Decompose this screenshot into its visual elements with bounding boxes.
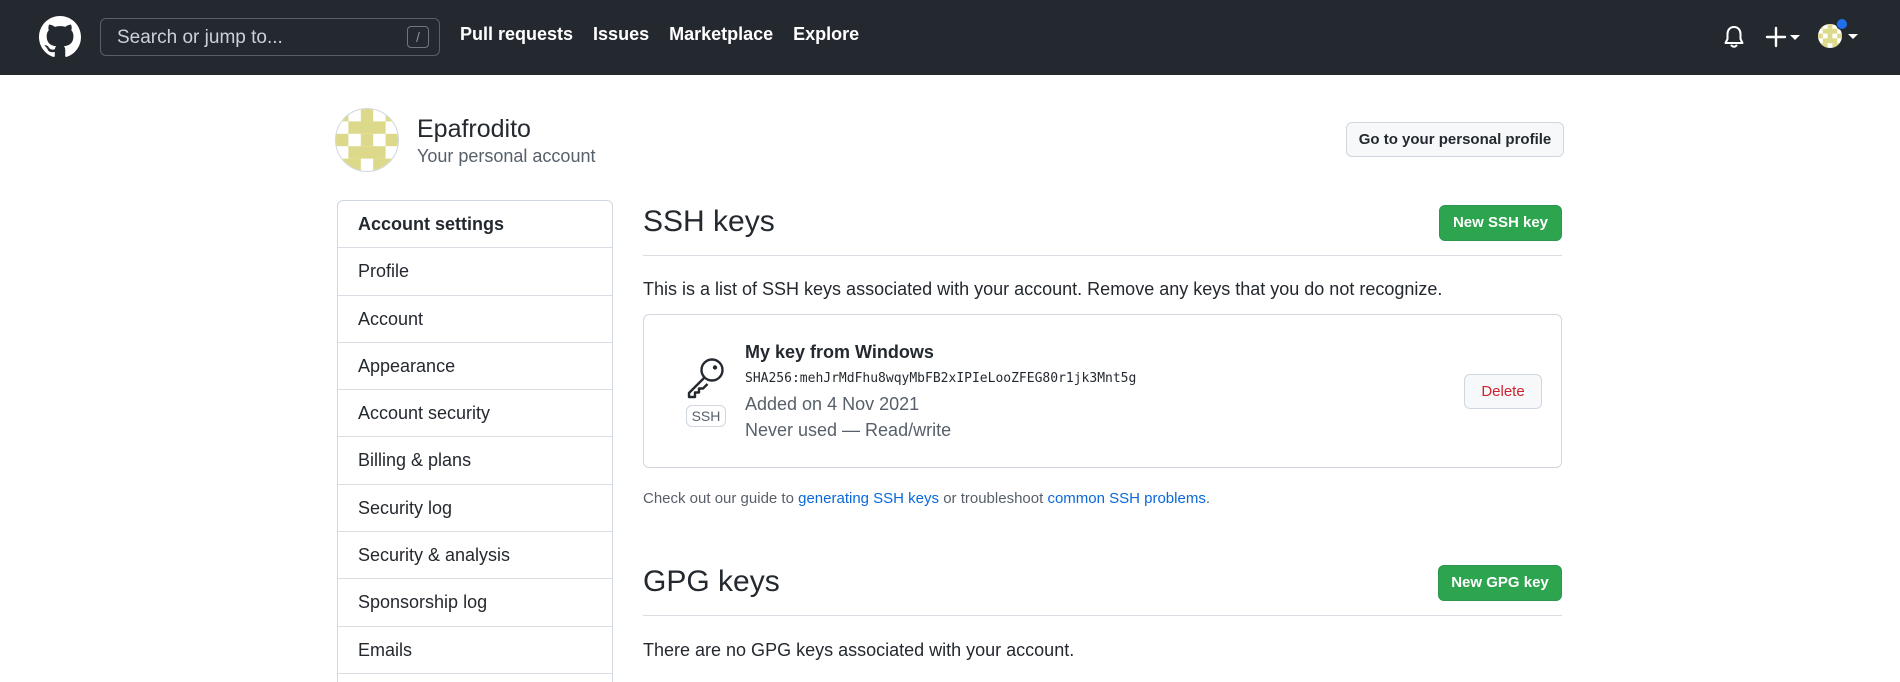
sidebar-item-billing[interactable]: Billing & plans: [338, 437, 612, 485]
nav-marketplace[interactable]: Marketplace: [669, 24, 773, 45]
chevron-down-icon[interactable]: [1848, 34, 1858, 39]
delete-ssh-key-button[interactable]: Delete: [1464, 374, 1542, 409]
gpg-description: There are no GPG keys associated with yo…: [643, 640, 1075, 660]
sidebar-item-account-security[interactable]: Account security: [338, 390, 612, 438]
key-icon: [687, 358, 724, 399]
nav-explore[interactable]: Explore: [793, 24, 859, 45]
chevron-down-icon: [1790, 35, 1800, 40]
guide-suffix: .: [1205, 490, 1210, 507]
sidebar-heading-account-settings: Account settings: [338, 201, 612, 249]
ssh-keys-heading: SSH keys: [643, 205, 775, 238]
sidebar-item-profile[interactable]: Profile: [338, 248, 612, 296]
go-to-profile-button[interactable]: Go to your personal profile: [1346, 122, 1564, 157]
search-placeholder: Search or jump to...: [117, 27, 283, 48]
ssh-key-usage: Never used — Read/write: [745, 420, 952, 440]
sidebar-item-security-log[interactable]: Security log: [338, 485, 612, 533]
ssh-key-item: SSH My key from Windows SHA256:mehJrMdFh…: [643, 314, 1562, 468]
ssh-badge: SSH: [686, 405, 726, 427]
ssh-key-fingerprint: SHA256:mehJrMdFhu8wqyMbFB2xIPIeLooZFEG80…: [745, 371, 1137, 386]
search-shortcut-key: /: [407, 26, 429, 48]
ssh-divider: [643, 255, 1562, 256]
top-header: Search or jump to... / Pull requests Iss…: [0, 0, 1900, 75]
notification-dot: [1836, 18, 1848, 30]
guide-prefix: Check out our guide to: [643, 490, 799, 507]
sidebar-item-account[interactable]: Account: [338, 296, 612, 343]
gpg-divider: [643, 615, 1562, 616]
guide-middle: or troubleshoot: [939, 490, 1048, 507]
sidebar-item-appearance[interactable]: Appearance: [338, 343, 612, 391]
avatar[interactable]: [336, 109, 398, 171]
sidebar-item-emails[interactable]: Emails: [338, 627, 612, 674]
ssh-description: This is a list of SSH keys associated wi…: [643, 279, 1443, 299]
gpg-keys-heading: GPG keys: [643, 565, 780, 598]
new-ssh-key-button[interactable]: New SSH key: [1439, 205, 1562, 241]
new-gpg-key-button[interactable]: New GPG key: [1438, 565, 1562, 601]
create-new-dropdown[interactable]: [1765, 24, 1801, 50]
ssh-key-title: My key from Windows: [745, 342, 934, 362]
sidebar-item-sponsorship-log[interactable]: Sponsorship log: [338, 579, 612, 627]
nav-issues[interactable]: Issues: [593, 24, 649, 45]
common-ssh-problems-link[interactable]: common SSH problems: [1047, 490, 1205, 507]
bell-icon[interactable]: [1722, 24, 1746, 50]
generating-ssh-keys-link[interactable]: generating SSH keys: [798, 490, 939, 507]
ssh-key-added-date: Added on 4 Nov 2021: [745, 394, 920, 414]
search-input[interactable]: Search or jump to... /: [100, 18, 440, 56]
plus-icon: [1765, 26, 1800, 48]
account-name[interactable]: Epafrodito: [417, 115, 531, 144]
sidebar-item-security-analysis[interactable]: Security & analysis: [338, 532, 612, 580]
avatar-identicon: [336, 109, 398, 171]
nav-pull-requests[interactable]: Pull requests: [460, 24, 573, 45]
settings-sidebar: Account settings Profile Account Appeara…: [337, 200, 613, 682]
github-logo-icon[interactable]: [39, 16, 81, 58]
main-nav: Pull requests Issues Marketplace Explore: [460, 24, 879, 45]
ssh-guide-text: Check out our guide to generating SSH ke…: [643, 490, 1210, 507]
account-subtitle: Your personal account: [417, 146, 596, 166]
